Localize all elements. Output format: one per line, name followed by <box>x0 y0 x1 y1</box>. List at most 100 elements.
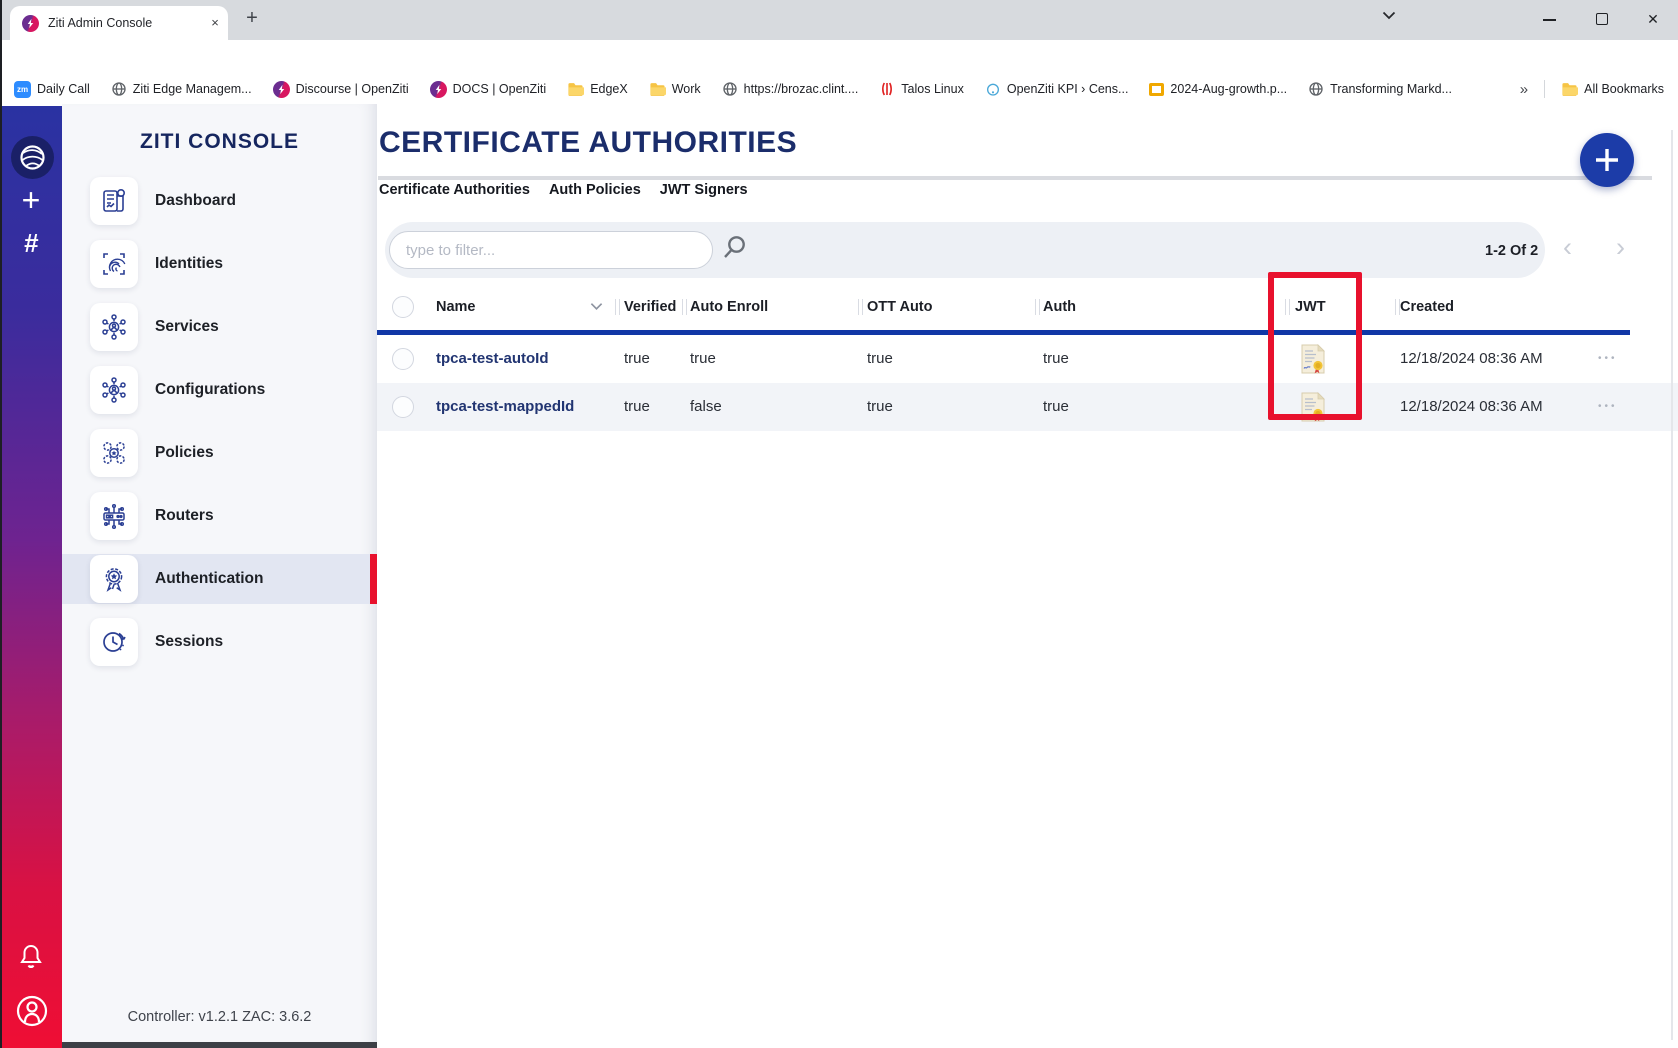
sidebar-item-authentication[interactable]: Authentication <box>62 554 377 604</box>
sidebar-item-identities[interactable]: Identities <box>62 239 377 289</box>
window-edge <box>0 0 2 1048</box>
sidebar-item-sessions[interactable]: Sessions <box>62 617 377 667</box>
talos-icon <box>879 81 895 97</box>
column-separator[interactable] <box>682 299 687 315</box>
row-name[interactable]: tpca-test-mappedId <box>436 383 574 431</box>
folder-icon <box>567 81 584 98</box>
globe-icon <box>1308 81 1324 97</box>
column-header-auth[interactable]: Auth <box>1043 284 1076 330</box>
bookmark-brozac[interactable]: https://brozac.clint.... <box>722 81 859 97</box>
row-verified: true <box>624 335 650 383</box>
row-verified: true <box>624 383 650 431</box>
window-close-button[interactable]: ✕ <box>1640 6 1666 32</box>
sidebar-item-configurations[interactable]: Configurations <box>62 365 377 415</box>
globe-icon <box>111 81 127 97</box>
sidebar-item-dashboard[interactable]: Dashboard <box>62 176 377 226</box>
bookmarks-divider <box>1544 80 1545 98</box>
tab-close-icon[interactable]: × <box>206 14 224 32</box>
row-auth: true <box>1043 383 1069 431</box>
rail-add-button[interactable]: + <box>0 182 62 219</box>
bookmark-growth-deck[interactable]: 2024-Aug-growth.p... <box>1149 82 1287 96</box>
bookmark-discourse[interactable]: Discourse | OpenZiti <box>273 81 409 98</box>
page-title: CERTIFICATE AUTHORITIES <box>379 126 797 160</box>
search-icon[interactable] <box>722 234 748 260</box>
column-header-name[interactable]: Name <box>436 284 476 330</box>
window-minimize-button[interactable] <box>1543 19 1556 21</box>
row-ott-auto: true <box>867 335 893 383</box>
column-header-auto-enroll[interactable]: Auto Enroll <box>690 284 768 330</box>
services-network-icon <box>90 303 138 351</box>
sort-chevron-icon[interactable] <box>590 302 603 311</box>
dashboard-icon <box>90 177 138 225</box>
bookmark-ziti-edge[interactable]: Ziti Edge Managem... <box>111 81 252 97</box>
row-actions-dots-icon[interactable]: ••• <box>1598 335 1618 383</box>
column-separator[interactable] <box>1035 299 1040 315</box>
rail-hash-button[interactable]: # <box>0 228 62 259</box>
authentication-badge-icon <box>90 555 138 603</box>
pagination-prev-icon[interactable]: ‹ <box>1563 232 1572 263</box>
browser-tab[interactable]: Ziti Admin Console × <box>10 6 228 40</box>
policies-gears-icon <box>90 429 138 477</box>
app-title: ZITI CONSOLE <box>62 130 377 154</box>
row-created: 12/18/2024 08:36 AM <box>1400 335 1543 383</box>
fingerprint-icon <box>90 240 138 288</box>
notifications-bell-icon[interactable] <box>18 943 44 969</box>
column-separator[interactable] <box>858 299 863 315</box>
screenshot-root: Ziti Admin Console × + ✕ ‹ › https://ctr… <box>0 0 1678 1048</box>
select-all-checkbox[interactable] <box>392 296 414 318</box>
sub-tabs: Certificate Authorities Auth Policies JW… <box>379 178 748 198</box>
add-certificate-authority-button[interactable] <box>1580 133 1634 187</box>
slides-icon <box>1149 83 1164 96</box>
openziti-favicon-icon <box>22 15 39 32</box>
row-checkbox[interactable] <box>392 348 414 370</box>
tab-jwt-signers[interactable]: JWT Signers <box>660 178 748 198</box>
bookmark-folder-work[interactable]: Work <box>649 81 701 98</box>
browser-toolbar: ‹ › https://ctrl.cdaws.clint.demo.openzi… <box>0 40 1678 74</box>
row-auto-enroll: false <box>690 383 722 431</box>
bookmark-transforming[interactable]: Transforming Markd... <box>1308 81 1452 97</box>
column-header-verified[interactable]: Verified <box>624 284 676 330</box>
row-checkbox[interactable] <box>392 396 414 418</box>
new-tab-button[interactable]: + <box>240 7 264 31</box>
sidebar-item-services[interactable]: Services <box>62 302 377 352</box>
bookmark-folder-edgex[interactable]: EdgeX <box>567 81 628 98</box>
column-header-ott-auto[interactable]: OTT Auto <box>867 284 933 330</box>
tab-search-chevron-icon[interactable] <box>1382 11 1396 20</box>
tab-certificate-authorities[interactable]: Certificate Authorities <box>379 178 530 198</box>
window-maximize-button[interactable] <box>1596 13 1608 25</box>
all-bookmarks-button[interactable]: All Bookmarks <box>1561 81 1664 98</box>
bookmarks-bar: zmDaily Call Ziti Edge Managem... Discou… <box>0 74 1678 104</box>
scrollbar-edge <box>1671 130 1673 1040</box>
pagination-next-icon[interactable]: › <box>1616 232 1625 263</box>
zoom-icon: zm <box>14 81 31 98</box>
folder-icon <box>1561 81 1578 98</box>
bookmark-openziti-kpi[interactable]: OpenZiti KPI › Cens... <box>985 81 1129 97</box>
bookmark-daily-call[interactable]: zmDaily Call <box>14 81 90 98</box>
bookmark-talos[interactable]: Talos Linux <box>879 81 964 97</box>
row-auto-enroll: true <box>690 335 716 383</box>
sidebar-item-routers[interactable]: Routers <box>62 491 377 541</box>
row-ott-auto: true <box>867 383 893 431</box>
sidebar-item-policies[interactable]: Policies <box>62 428 377 478</box>
configurations-network-icon <box>90 366 138 414</box>
filter-input[interactable] <box>389 231 713 269</box>
table-row[interactable]: tpca-test-autoId true true true true 12/… <box>377 335 1678 383</box>
table-row[interactable]: tpca-test-mappedId true false true true … <box>377 383 1678 431</box>
browser-tab-strip: Ziti Admin Console × + ✕ <box>0 0 1678 40</box>
column-separator[interactable] <box>615 299 620 315</box>
bookmarks-overflow-chevrons-icon[interactable]: » <box>1520 81 1528 98</box>
routers-icon <box>90 492 138 540</box>
row-name[interactable]: tpca-test-autoId <box>436 335 549 383</box>
account-profile-icon[interactable] <box>15 994 49 1028</box>
openziti-icon <box>430 81 447 98</box>
version-footer: Controller: v1.2.1 ZAC: 3.6.2 <box>62 1009 377 1025</box>
bookmark-docs[interactable]: DOCS | OpenZiti <box>430 81 547 98</box>
pagination-range: 1-2 Of 2 <box>1485 243 1538 259</box>
ziti-logo-icon[interactable] <box>11 136 54 179</box>
folder-icon <box>649 81 666 98</box>
plus-icon <box>1593 146 1621 174</box>
row-actions-dots-icon[interactable]: ••• <box>1598 383 1618 431</box>
tab-auth-policies[interactable]: Auth Policies <box>549 178 641 198</box>
column-header-created[interactable]: Created <box>1400 284 1454 330</box>
row-created: 12/18/2024 08:36 AM <box>1400 383 1543 431</box>
